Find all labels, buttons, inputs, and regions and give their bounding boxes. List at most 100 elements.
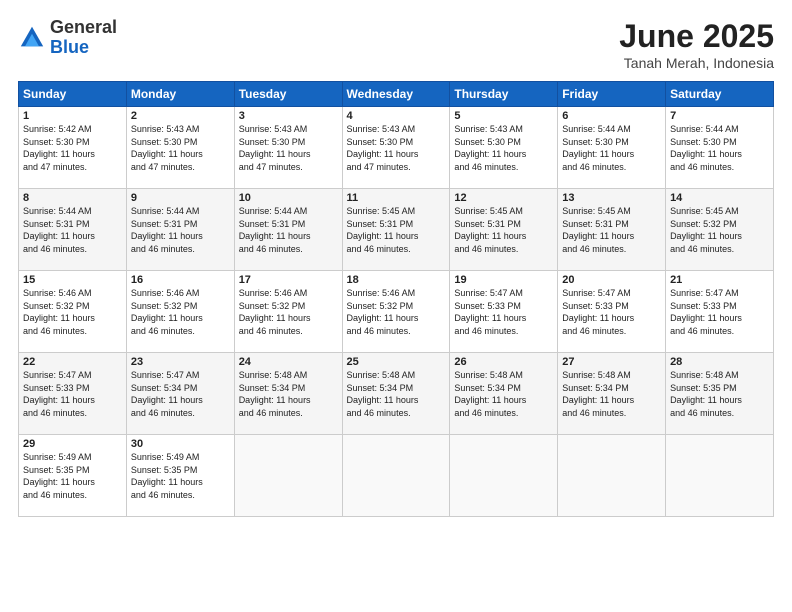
calendar-cell: 4Sunrise: 5:43 AM Sunset: 5:30 PM Daylig… xyxy=(342,107,450,189)
day-number: 13 xyxy=(562,192,661,204)
calendar-cell: 23Sunrise: 5:47 AM Sunset: 5:34 PM Dayli… xyxy=(126,353,234,435)
day-info: Sunrise: 5:43 AM Sunset: 5:30 PM Dayligh… xyxy=(454,123,553,173)
day-info: Sunrise: 5:48 AM Sunset: 5:34 PM Dayligh… xyxy=(562,369,661,419)
day-info: Sunrise: 5:49 AM Sunset: 5:35 PM Dayligh… xyxy=(23,451,122,501)
day-number: 20 xyxy=(562,274,661,286)
day-info: Sunrise: 5:46 AM Sunset: 5:32 PM Dayligh… xyxy=(347,287,446,337)
day-info: Sunrise: 5:44 AM Sunset: 5:31 PM Dayligh… xyxy=(23,205,122,255)
calendar-cell: 18Sunrise: 5:46 AM Sunset: 5:32 PM Dayli… xyxy=(342,271,450,353)
day-info: Sunrise: 5:48 AM Sunset: 5:34 PM Dayligh… xyxy=(239,369,338,419)
weekday-header: Wednesday xyxy=(342,82,450,107)
calendar-cell: 7Sunrise: 5:44 AM Sunset: 5:30 PM Daylig… xyxy=(666,107,774,189)
calendar-cell: 12Sunrise: 5:45 AM Sunset: 5:31 PM Dayli… xyxy=(450,189,558,271)
calendar-cell: 28Sunrise: 5:48 AM Sunset: 5:35 PM Dayli… xyxy=(666,353,774,435)
page: General Blue June 2025 Tanah Merah, Indo… xyxy=(0,0,792,612)
weekday-header: Thursday xyxy=(450,82,558,107)
day-info: Sunrise: 5:48 AM Sunset: 5:34 PM Dayligh… xyxy=(347,369,446,419)
calendar-cell: 19Sunrise: 5:47 AM Sunset: 5:33 PM Dayli… xyxy=(450,271,558,353)
day-info: Sunrise: 5:49 AM Sunset: 5:35 PM Dayligh… xyxy=(131,451,230,501)
calendar-cell: 14Sunrise: 5:45 AM Sunset: 5:32 PM Dayli… xyxy=(666,189,774,271)
day-number: 10 xyxy=(239,192,338,204)
calendar: SundayMondayTuesdayWednesdayThursdayFrid… xyxy=(18,81,774,517)
day-number: 26 xyxy=(454,356,553,368)
day-info: Sunrise: 5:45 AM Sunset: 5:31 PM Dayligh… xyxy=(454,205,553,255)
day-number: 3 xyxy=(239,110,338,122)
day-info: Sunrise: 5:43 AM Sunset: 5:30 PM Dayligh… xyxy=(131,123,230,173)
logo-general: General xyxy=(50,17,117,37)
calendar-cell: 15Sunrise: 5:46 AM Sunset: 5:32 PM Dayli… xyxy=(19,271,127,353)
day-info: Sunrise: 5:48 AM Sunset: 5:34 PM Dayligh… xyxy=(454,369,553,419)
day-number: 30 xyxy=(131,438,230,450)
day-number: 18 xyxy=(347,274,446,286)
calendar-cell: 9Sunrise: 5:44 AM Sunset: 5:31 PM Daylig… xyxy=(126,189,234,271)
day-number: 27 xyxy=(562,356,661,368)
day-info: Sunrise: 5:48 AM Sunset: 5:35 PM Dayligh… xyxy=(670,369,769,419)
calendar-cell xyxy=(558,435,666,517)
logo-icon xyxy=(18,24,46,52)
calendar-cell: 26Sunrise: 5:48 AM Sunset: 5:34 PM Dayli… xyxy=(450,353,558,435)
calendar-cell: 3Sunrise: 5:43 AM Sunset: 5:30 PM Daylig… xyxy=(234,107,342,189)
day-info: Sunrise: 5:45 AM Sunset: 5:31 PM Dayligh… xyxy=(562,205,661,255)
day-info: Sunrise: 5:46 AM Sunset: 5:32 PM Dayligh… xyxy=(239,287,338,337)
calendar-cell: 27Sunrise: 5:48 AM Sunset: 5:34 PM Dayli… xyxy=(558,353,666,435)
day-number: 1 xyxy=(23,110,122,122)
calendar-cell: 16Sunrise: 5:46 AM Sunset: 5:32 PM Dayli… xyxy=(126,271,234,353)
calendar-cell: 22Sunrise: 5:47 AM Sunset: 5:33 PM Dayli… xyxy=(19,353,127,435)
calendar-cell: 6Sunrise: 5:44 AM Sunset: 5:30 PM Daylig… xyxy=(558,107,666,189)
day-number: 14 xyxy=(670,192,769,204)
day-number: 5 xyxy=(454,110,553,122)
calendar-cell xyxy=(666,435,774,517)
calendar-cell: 10Sunrise: 5:44 AM Sunset: 5:31 PM Dayli… xyxy=(234,189,342,271)
weekday-header: Sunday xyxy=(19,82,127,107)
day-number: 8 xyxy=(23,192,122,204)
day-info: Sunrise: 5:47 AM Sunset: 5:33 PM Dayligh… xyxy=(23,369,122,419)
day-number: 22 xyxy=(23,356,122,368)
month-title: June 2025 xyxy=(619,18,774,55)
calendar-cell xyxy=(342,435,450,517)
day-info: Sunrise: 5:44 AM Sunset: 5:31 PM Dayligh… xyxy=(131,205,230,255)
calendar-cell: 21Sunrise: 5:47 AM Sunset: 5:33 PM Dayli… xyxy=(666,271,774,353)
calendar-cell: 30Sunrise: 5:49 AM Sunset: 5:35 PM Dayli… xyxy=(126,435,234,517)
day-info: Sunrise: 5:43 AM Sunset: 5:30 PM Dayligh… xyxy=(239,123,338,173)
day-info: Sunrise: 5:44 AM Sunset: 5:31 PM Dayligh… xyxy=(239,205,338,255)
day-info: Sunrise: 5:42 AM Sunset: 5:30 PM Dayligh… xyxy=(23,123,122,173)
calendar-body: 1Sunrise: 5:42 AM Sunset: 5:30 PM Daylig… xyxy=(19,107,774,517)
calendar-week-row: 15Sunrise: 5:46 AM Sunset: 5:32 PM Dayli… xyxy=(19,271,774,353)
day-number: 19 xyxy=(454,274,553,286)
calendar-cell: 25Sunrise: 5:48 AM Sunset: 5:34 PM Dayli… xyxy=(342,353,450,435)
day-number: 29 xyxy=(23,438,122,450)
location: Tanah Merah, Indonesia xyxy=(619,55,774,71)
day-number: 12 xyxy=(454,192,553,204)
day-info: Sunrise: 5:47 AM Sunset: 5:33 PM Dayligh… xyxy=(670,287,769,337)
day-number: 16 xyxy=(131,274,230,286)
header: General Blue June 2025 Tanah Merah, Indo… xyxy=(18,18,774,71)
calendar-cell: 13Sunrise: 5:45 AM Sunset: 5:31 PM Dayli… xyxy=(558,189,666,271)
day-info: Sunrise: 5:43 AM Sunset: 5:30 PM Dayligh… xyxy=(347,123,446,173)
day-number: 21 xyxy=(670,274,769,286)
calendar-week-row: 1Sunrise: 5:42 AM Sunset: 5:30 PM Daylig… xyxy=(19,107,774,189)
day-number: 28 xyxy=(670,356,769,368)
day-number: 25 xyxy=(347,356,446,368)
day-number: 17 xyxy=(239,274,338,286)
weekday-header: Friday xyxy=(558,82,666,107)
day-info: Sunrise: 5:46 AM Sunset: 5:32 PM Dayligh… xyxy=(23,287,122,337)
day-number: 11 xyxy=(347,192,446,204)
calendar-week-row: 29Sunrise: 5:49 AM Sunset: 5:35 PM Dayli… xyxy=(19,435,774,517)
day-number: 7 xyxy=(670,110,769,122)
day-info: Sunrise: 5:47 AM Sunset: 5:33 PM Dayligh… xyxy=(562,287,661,337)
day-info: Sunrise: 5:44 AM Sunset: 5:30 PM Dayligh… xyxy=(670,123,769,173)
title-block: June 2025 Tanah Merah, Indonesia xyxy=(619,18,774,71)
calendar-cell: 1Sunrise: 5:42 AM Sunset: 5:30 PM Daylig… xyxy=(19,107,127,189)
day-number: 23 xyxy=(131,356,230,368)
day-info: Sunrise: 5:45 AM Sunset: 5:31 PM Dayligh… xyxy=(347,205,446,255)
weekday-header: Tuesday xyxy=(234,82,342,107)
calendar-cell xyxy=(234,435,342,517)
logo-text: General Blue xyxy=(50,18,117,58)
day-number: 6 xyxy=(562,110,661,122)
logo: General Blue xyxy=(18,18,117,58)
calendar-week-row: 8Sunrise: 5:44 AM Sunset: 5:31 PM Daylig… xyxy=(19,189,774,271)
calendar-cell: 2Sunrise: 5:43 AM Sunset: 5:30 PM Daylig… xyxy=(126,107,234,189)
day-info: Sunrise: 5:46 AM Sunset: 5:32 PM Dayligh… xyxy=(131,287,230,337)
weekday-header: Saturday xyxy=(666,82,774,107)
weekday-header: Monday xyxy=(126,82,234,107)
